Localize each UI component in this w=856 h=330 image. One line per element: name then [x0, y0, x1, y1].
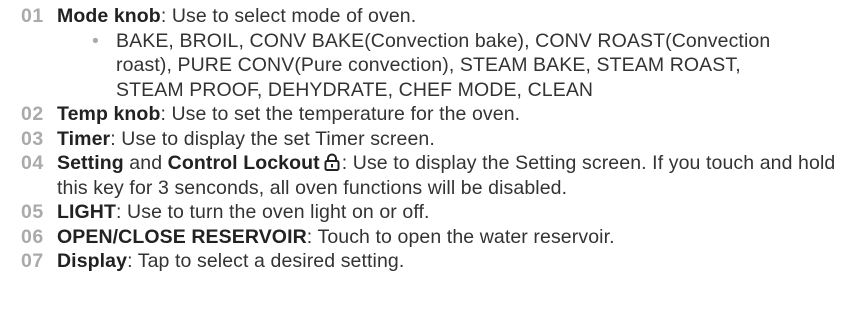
- feature-list: 01 Mode knob: Use to select mode of oven…: [0, 0, 856, 274]
- item-description: LIGHT: Use to turn the oven light on or …: [57, 200, 856, 225]
- item-number: 02: [21, 103, 44, 125]
- item-label: LIGHT: [57, 201, 116, 223]
- item-text: : Use to turn the oven light on or off.: [116, 201, 430, 223]
- item-description: Setting and Control Lockout: Use to disp…: [57, 151, 856, 200]
- item-text: : Use to set the temperature for the ove…: [160, 103, 521, 125]
- item-number: 01: [21, 5, 44, 27]
- mode-list-text: BAKE, BROIL, CONV BAKE(Convection bake),…: [116, 29, 771, 101]
- item-label-secondary: Control Lockout: [167, 152, 320, 174]
- item-description: Mode knob: Use to select mode of oven.: [57, 4, 856, 29]
- list-item-temp-knob: 02 Temp knob: Use to set the temperature…: [0, 102, 856, 127]
- item-text: : Tap to select a desired setting.: [127, 250, 405, 272]
- item-label: Setting: [57, 152, 124, 174]
- item-number: 05: [21, 201, 44, 223]
- item-number: 04: [21, 152, 44, 174]
- item-description: Display: Tap to select a desired setting…: [57, 249, 856, 274]
- item-label: Timer: [57, 127, 111, 150]
- list-item-display: 07 Display: Tap to select a desired sett…: [0, 249, 856, 274]
- item-label: Temp knob: [57, 103, 161, 125]
- list-item-mode-knob: 01 Mode knob: Use to select mode of oven…: [0, 4, 856, 29]
- item-description: Timer: Use to display the set Timer scre…: [57, 127, 856, 152]
- padlock-icon: [324, 153, 340, 171]
- item-description: Temp knob: Use to set the temperature fo…: [57, 102, 856, 127]
- item-label: Mode knob: [57, 5, 161, 27]
- list-item-light: 05 LIGHT: Use to turn the oven light on …: [0, 200, 856, 225]
- item-label: Display: [57, 250, 128, 272]
- bullet-icon: •: [92, 29, 99, 52]
- item-label: OPEN/CLOSE RESERVOIR: [57, 225, 307, 248]
- item-number: 06: [21, 225, 44, 248]
- item-text: : Use to display the set Timer screen.: [110, 127, 435, 150]
- mode-list-subitem: • BAKE, BROIL, CONV BAKE(Convection bake…: [0, 29, 856, 103]
- item-joiner: and: [123, 152, 168, 174]
- item-text: : Touch to open the water reservoir.: [306, 225, 615, 248]
- list-item-reservoir: 06 OPEN/CLOSE RESERVOIR: Touch to open t…: [0, 225, 856, 250]
- item-description: OPEN/CLOSE RESERVOIR: Touch to open the …: [57, 225, 856, 250]
- item-number: 03: [21, 127, 44, 150]
- list-item-setting-lockout: 04 Setting and Control Lockout: Use to d…: [0, 151, 856, 200]
- item-text: : Use to select mode of oven.: [160, 5, 417, 27]
- item-number: 07: [21, 250, 44, 272]
- list-item-timer: 03 Timer: Use to display the set Timer s…: [0, 127, 856, 152]
